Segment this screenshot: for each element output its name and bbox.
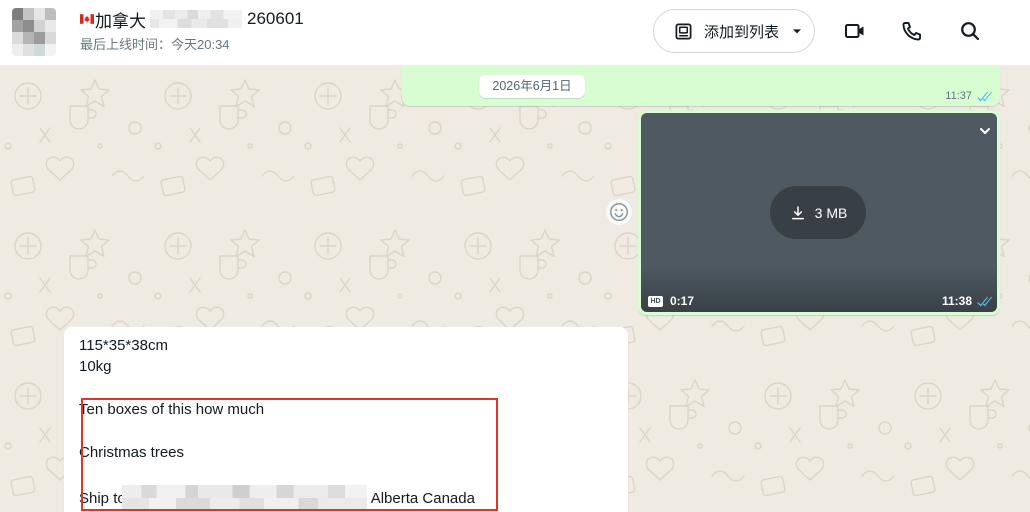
emoji-reaction-button[interactable] (606, 199, 632, 225)
phone-icon (902, 22, 921, 41)
chat-window: 加拿大 260601 最后上线时间：今天20:34 添加到列表 11:37 20… (0, 0, 1030, 512)
message-time: 11:38 (941, 294, 972, 308)
contact-name[interactable]: 加拿大 260601 (80, 8, 304, 31)
caret-down-icon (793, 29, 802, 34)
video-duration: 0:17 (670, 294, 695, 308)
voice-call-button[interactable] (900, 19, 924, 43)
redacted-name-blur (150, 10, 242, 28)
search-button[interactable] (958, 19, 982, 43)
message-line: 10kg (79, 358, 112, 376)
download-size: 3 MB (814, 204, 848, 221)
date-separator: 2026年6月1日 (479, 75, 585, 98)
contact-list-icon (675, 23, 692, 39)
contact-name-suffix: 260601 (247, 9, 304, 28)
chat-header: 加拿大 260601 最后上线时间：今天20:34 添加到列表 (0, 0, 1030, 66)
chevron-down-icon[interactable] (977, 123, 993, 139)
message-meta: 11:37 (945, 90, 992, 102)
hd-badge: HD (648, 295, 663, 307)
video-call-icon (845, 24, 864, 38)
red-highlight-annotation (81, 398, 498, 511)
canada-flag-icon (80, 14, 94, 24)
message-line: 115*35*38cm (79, 337, 168, 354)
search-icon (961, 22, 980, 41)
contact-avatar[interactable] (12, 8, 56, 56)
message-meta: 11:38 (942, 294, 992, 308)
double-check-read-icon (977, 296, 992, 306)
download-button[interactable]: 3 MB (770, 186, 866, 239)
video-call-button[interactable] (843, 19, 867, 43)
double-check-read-icon (977, 91, 992, 101)
add-to-list-label: 添加到列表 (704, 23, 780, 41)
contact-name-prefix: 加拿大 (95, 11, 146, 31)
outgoing-video-message[interactable]: 3 MB HD 0:17 11:38 (638, 110, 1000, 315)
emoji-smiley-icon (610, 203, 628, 221)
last-seen-status: 最后上线时间：今天20:34 (80, 37, 230, 52)
video-info: HD 0:17 (648, 294, 694, 308)
add-to-list-button[interactable]: 添加到列表 (653, 9, 815, 53)
download-icon (791, 205, 804, 219)
video-thumbnail[interactable]: 3 MB HD 0:17 11:38 (641, 113, 997, 312)
message-time: 11:37 (945, 90, 972, 102)
